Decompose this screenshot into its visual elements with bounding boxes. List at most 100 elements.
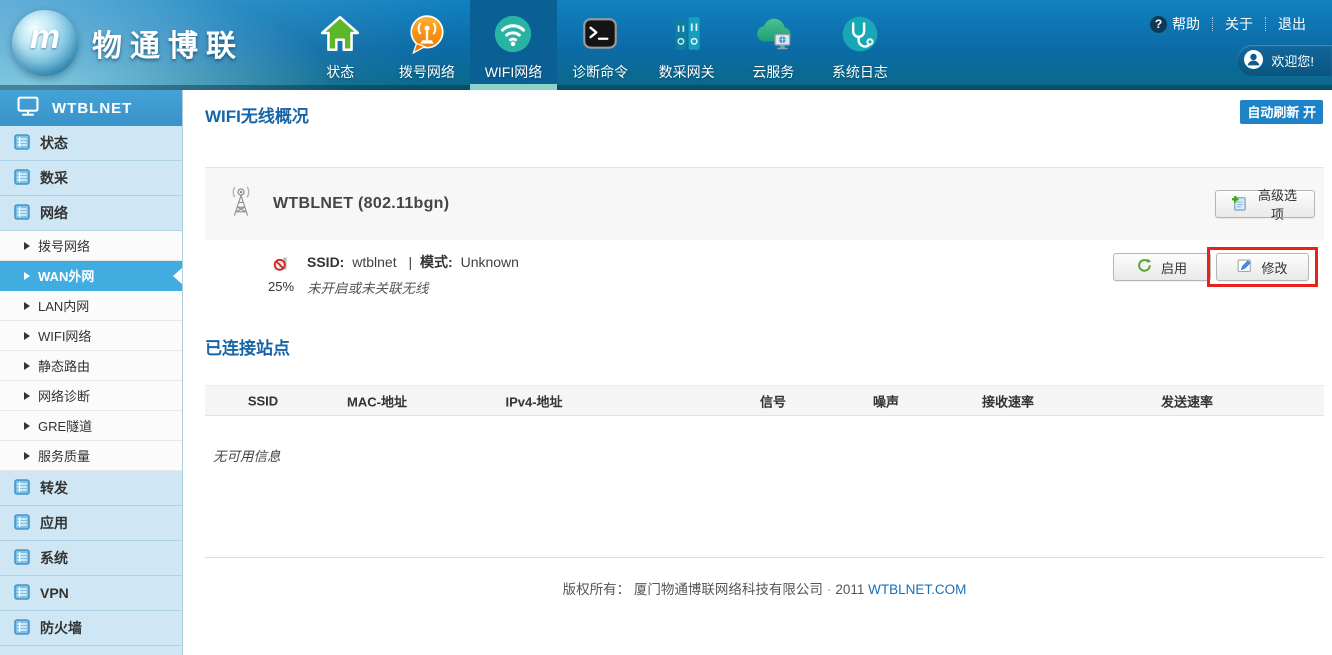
sidebar-item-gre-tunnel[interactable]: GRE隧道 [0, 411, 182, 441]
sidebar-partial-item [0, 646, 182, 655]
list-icon [14, 619, 30, 638]
footer: 版权所有： 厦门物通博联网络科技有限公司·2011 WTBLNET.COM [205, 578, 1324, 598]
terminal-icon [579, 8, 621, 60]
top-links: ? 帮助 关于 退出 [1138, 14, 1318, 34]
nav-tab-syslog[interactable]: 系统日志 [817, 0, 904, 90]
sidebar-item-diagnostics[interactable]: 网络诊断 [0, 381, 182, 411]
column-header-rx-rate: 接收速率 [982, 391, 1034, 410]
caret-right-icon [24, 392, 30, 400]
copyright-text: 版权所有： 厦门物通博联网络科技有限公司 [563, 582, 823, 597]
dialup-icon [406, 8, 448, 60]
sidebar-item-vpn[interactable]: VPN [0, 576, 182, 611]
connected-stations-title: 已连接站点 [205, 334, 290, 359]
wifi-network-title: WTBLNET (802.11bgn) [273, 195, 449, 213]
ssid-line: SSID: wtblnet | 模式: Unknown [307, 252, 523, 272]
sidebar-item-dialup-network[interactable]: 拨号网络 [0, 231, 182, 261]
help-icon: ? [1150, 16, 1167, 33]
top-header: m 物通博联 状态 [0, 0, 1332, 90]
list-icon [14, 479, 30, 498]
router-admin-page: m 物通博联 状态 [0, 0, 1332, 655]
logo-sphere-icon: m [12, 10, 78, 76]
column-header-tx-rate: 发送速率 [1161, 391, 1213, 410]
modify-button[interactable]: 修改 [1216, 253, 1309, 281]
page-title: WIFI无线概况 [205, 102, 309, 127]
sidebar-device-header[interactable]: WTBLNET [0, 90, 182, 126]
column-header-ssid: SSID [248, 393, 278, 408]
nav-tab-cloud[interactable]: 云服务 [730, 0, 817, 90]
wifi-status-text: 未开启或未关联无线 [307, 277, 523, 297]
column-header-ipv4: IPv4-地址 [505, 391, 562, 410]
caret-right-icon [24, 272, 30, 280]
footer-link[interactable]: WTBLNET.COM [868, 582, 966, 597]
sidebar-item-firewall[interactable]: 防火墙 [0, 611, 182, 646]
sidebar-item-wifi-network[interactable]: WIFI网络 [0, 321, 182, 351]
welcome-text: 欢迎您! [1271, 51, 1314, 70]
list-icon [14, 134, 30, 153]
caret-right-icon [24, 302, 30, 310]
list-icon [14, 549, 30, 568]
sidebar-item-forwarding[interactable]: 转发 [0, 471, 182, 506]
logout-link[interactable]: 退出 [1266, 14, 1318, 34]
home-icon [319, 8, 361, 60]
antenna-icon [225, 185, 257, 224]
cloud-icon [750, 8, 796, 60]
nav-tab-diagnostics[interactable]: 诊断命令 [557, 0, 644, 90]
sidebar-item-data-collect[interactable]: 数采 [0, 161, 182, 196]
ssid-row: 25% SSID: wtblnet | 模式: Unknown 未开启或未关联无… [205, 252, 1324, 308]
footer-divider [205, 557, 1324, 558]
nav-tab-dialup[interactable]: 拨号网络 [384, 0, 471, 90]
empty-table-message: 无可用信息 [213, 445, 281, 465]
advanced-options-button[interactable]: 高级选项 [1215, 190, 1315, 218]
column-header-mac: MAC-地址 [347, 391, 407, 410]
list-icon [14, 169, 30, 188]
caret-right-icon [24, 422, 30, 430]
page-add-icon [1231, 195, 1247, 214]
brand-logo: m 物通博联 [12, 10, 244, 76]
nav-tab-gateway[interactable]: 数采网关 [643, 0, 730, 90]
stethoscope-icon [839, 8, 881, 60]
sidebar-device-title: WTBLNET [52, 100, 132, 117]
wifi-icon [491, 8, 535, 60]
monitor-icon [16, 95, 40, 122]
sidebar-item-status[interactable]: 状态 [0, 126, 182, 161]
sidebar-item-applications[interactable]: 应用 [0, 506, 182, 541]
sidebar-item-static-route[interactable]: 静态路由 [0, 351, 182, 381]
about-link[interactable]: 关于 [1213, 14, 1265, 34]
sidebar-item-qos[interactable]: 服务质量 [0, 441, 182, 471]
sidebar-item-lan[interactable]: LAN内网 [0, 291, 182, 321]
copyright-year: 2011 [835, 582, 864, 597]
main-content: WIFI无线概况 自动刷新 开 WTBLNET (802.11bgn) [184, 90, 1332, 655]
refresh-icon [1137, 258, 1152, 276]
ssid-info: SSID: wtblnet | 模式: Unknown 未开启或未关联无线 [307, 252, 523, 297]
wifi-overview-section: WTBLNET (802.11bgn) 高级选项 [205, 167, 1324, 240]
gateway-icon [666, 8, 708, 60]
sidebar-item-network[interactable]: 网络 [0, 196, 182, 231]
column-header-signal: 信号 [760, 391, 786, 410]
enable-button[interactable]: 启用 [1113, 253, 1211, 281]
list-icon [14, 204, 30, 223]
highlight-annotation-box: 修改 [1207, 247, 1318, 287]
brand-name: 物通博联 [92, 21, 244, 65]
edit-icon [1237, 258, 1252, 276]
nav-tab-wifi[interactable]: WIFI网络 [470, 0, 557, 90]
nav-tab-status[interactable]: 状态 [297, 0, 384, 90]
sidebar-item-system[interactable]: 系统 [0, 541, 182, 576]
list-icon [14, 514, 30, 533]
list-icon [14, 584, 30, 603]
caret-right-icon [24, 452, 30, 460]
caret-right-icon [24, 242, 30, 250]
help-link[interactable]: ? 帮助 [1138, 14, 1212, 34]
user-icon [1244, 50, 1263, 72]
signal-indicator: 25% [260, 254, 302, 294]
caret-right-icon [24, 362, 30, 370]
auto-refresh-toggle[interactable]: 自动刷新 开 [1240, 100, 1323, 124]
caret-right-icon [24, 332, 30, 340]
sidebar: WTBLNET 状态 数采 网络 拨号网络 WAN外网 LAN内网 WIF [0, 90, 183, 655]
column-header-noise: 噪声 [873, 391, 899, 410]
welcome-badge[interactable]: 欢迎您! [1237, 45, 1332, 76]
signal-percent: 25% [260, 279, 302, 294]
main-nav: 状态 拨号网络 [297, 0, 903, 90]
stations-table-header: SSID MAC-地址 IPv4-地址 信号 噪声 接收速率 发送速率 [205, 385, 1324, 416]
sidebar-item-wan[interactable]: WAN外网 [0, 261, 182, 291]
signal-disabled-icon [273, 254, 290, 271]
